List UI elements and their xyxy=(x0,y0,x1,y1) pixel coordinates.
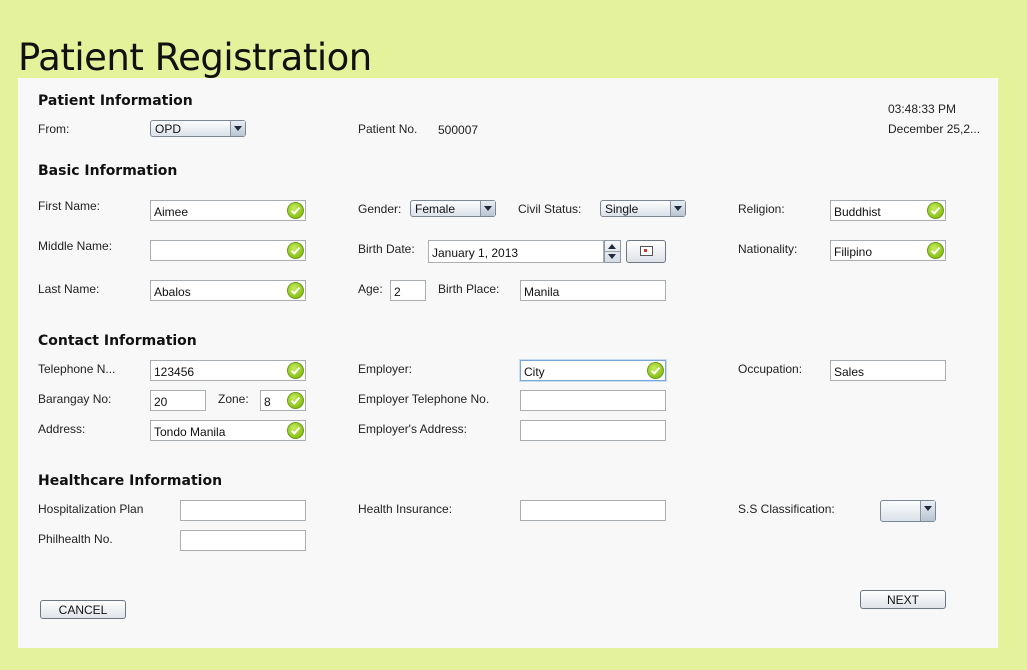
birth-date-field[interactable]: January 1, 2013 xyxy=(428,240,604,263)
philhealth-label: Philhealth No. xyxy=(38,532,113,546)
section-healthcare-information: Healthcare Information xyxy=(38,473,223,489)
barangay-label: Barangay No: xyxy=(38,392,112,406)
from-select-value: OPD xyxy=(155,122,182,136)
check-circle-icon xyxy=(287,282,304,299)
nationality-label: Nationality: xyxy=(738,242,798,256)
check-circle-icon xyxy=(927,242,944,259)
employer-address-label: Employer's Address: xyxy=(358,422,468,436)
birth-place-field[interactable]: Manila xyxy=(520,280,666,301)
birth-place-value: Manila xyxy=(524,285,560,299)
chevron-down-icon[interactable] xyxy=(670,201,685,216)
calendar-icon xyxy=(639,246,653,256)
page-title: Patient Registration xyxy=(18,36,372,79)
patient-no-label: Patient No. xyxy=(358,122,418,136)
barangay-value: 20 xyxy=(154,395,168,409)
religion-field[interactable]: Buddhist xyxy=(830,200,946,221)
check-circle-icon xyxy=(287,242,304,259)
barangay-field[interactable]: 20 xyxy=(150,390,206,411)
health-insurance-field[interactable] xyxy=(520,500,666,521)
age-label: Age: xyxy=(358,282,383,296)
employer-telephone-label: Employer Telephone No. xyxy=(358,392,490,406)
zone-value: 8 xyxy=(264,395,271,409)
chevron-down-icon[interactable] xyxy=(230,121,245,136)
check-circle-icon xyxy=(287,392,304,409)
occupation-label: Occupation: xyxy=(738,362,803,376)
civil-status-select[interactable]: Single xyxy=(600,200,686,217)
civil-status-select-value: Single xyxy=(605,202,639,216)
health-insurance-label: Health Insurance: xyxy=(358,502,453,516)
ss-classification-label: S.S Classification: xyxy=(738,502,835,516)
birth-place-label: Birth Place: xyxy=(438,282,500,296)
religion-value: Buddhist xyxy=(834,205,881,219)
first-name-label: First Name: xyxy=(38,199,101,213)
employer-telephone-field[interactable] xyxy=(520,390,666,411)
hospitalization-plan-label: Hospitalization Plan xyxy=(38,502,144,516)
gender-label: Gender: xyxy=(358,202,402,216)
civil-status-label: Civil Status: xyxy=(518,202,582,216)
employer-field[interactable]: City xyxy=(520,360,666,381)
address-value: Tondo Manila xyxy=(154,425,226,439)
check-circle-icon xyxy=(927,202,944,219)
middle-name-label: Middle Name: xyxy=(38,239,113,253)
patient-no-value: 500007 xyxy=(438,123,479,137)
birth-date-label: Birth Date: xyxy=(358,242,415,256)
next-button[interactable]: NEXT xyxy=(860,590,946,609)
from-label: From: xyxy=(38,122,70,136)
birth-date-spinner[interactable] xyxy=(604,240,621,263)
nationality-value: Filipino xyxy=(834,245,873,259)
clock-time: 03:48:33 PM xyxy=(888,102,957,116)
nationality-field[interactable]: Filipino xyxy=(830,240,946,261)
ss-classification-select[interactable] xyxy=(880,500,936,522)
check-circle-icon xyxy=(287,422,304,439)
last-name-value: Abalos xyxy=(154,285,191,299)
zone-field[interactable]: 8 xyxy=(260,390,306,411)
middle-name-field[interactable] xyxy=(150,240,306,261)
gender-select[interactable]: Female xyxy=(410,200,496,217)
first-name-value: Aimee xyxy=(154,205,189,219)
address-field[interactable]: Tondo Manila xyxy=(150,420,306,441)
registration-form-panel: 03:48:33 PM December 25,2... Patient Inf… xyxy=(18,78,998,648)
hospitalization-plan-field[interactable] xyxy=(180,500,306,521)
section-patient-information: Patient Information xyxy=(38,93,193,109)
employer-address-field[interactable] xyxy=(520,420,666,441)
from-select[interactable]: OPD xyxy=(150,120,246,137)
religion-label: Religion: xyxy=(738,202,785,216)
occupation-value: Sales xyxy=(834,365,865,379)
occupation-field[interactable]: Sales xyxy=(830,360,946,381)
calendar-button[interactable] xyxy=(626,240,666,263)
philhealth-field[interactable] xyxy=(180,530,306,551)
last-name-label: Last Name: xyxy=(38,282,100,296)
section-contact-information: Contact Information xyxy=(38,333,197,349)
spinner-up-icon[interactable] xyxy=(608,244,616,249)
clock-date: December 25,2... xyxy=(888,122,981,136)
telephone-field[interactable]: 123456 xyxy=(150,360,306,381)
chevron-down-icon[interactable] xyxy=(480,201,495,216)
birth-date-value: January 1, 2013 xyxy=(432,246,519,260)
last-name-field[interactable]: Abalos xyxy=(150,280,306,301)
check-circle-icon xyxy=(287,362,304,379)
zone-label: Zone: xyxy=(218,392,249,406)
gender-select-value: Female xyxy=(415,202,456,216)
cancel-button[interactable]: CANCEL xyxy=(40,600,126,619)
age-value: 2 xyxy=(394,285,401,299)
chevron-down-icon[interactable] xyxy=(920,501,935,521)
check-circle-icon xyxy=(287,202,304,219)
spinner-down-icon[interactable] xyxy=(608,254,616,259)
section-basic-information: Basic Information xyxy=(38,163,178,179)
address-label: Address: xyxy=(38,422,86,436)
telephone-label: Telephone N... xyxy=(38,362,116,376)
employer-label: Employer: xyxy=(358,362,413,376)
check-circle-icon xyxy=(647,362,664,379)
telephone-value: 123456 xyxy=(154,365,195,379)
employer-value: City xyxy=(524,365,545,379)
first-name-field[interactable]: Aimee xyxy=(150,200,306,221)
age-field[interactable]: 2 xyxy=(390,280,426,301)
